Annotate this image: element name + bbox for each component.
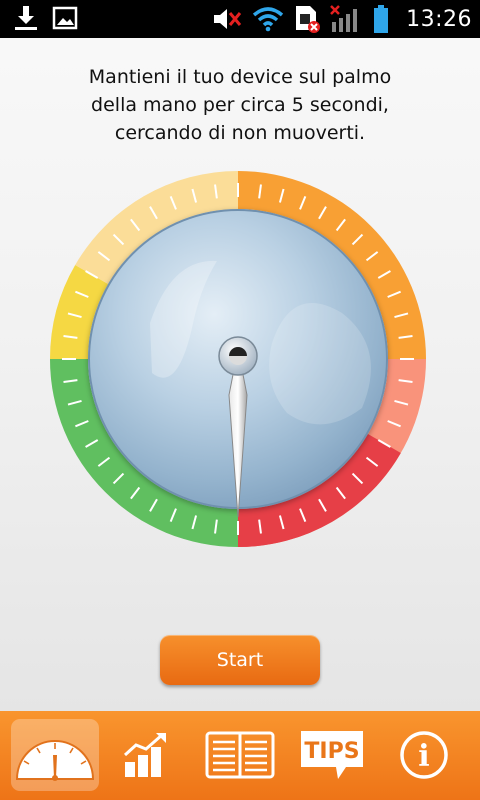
status-bar: 13:26 [0,0,480,38]
battery-icon [374,5,389,33]
info-label: i [418,739,429,774]
instruction-line-1: Mantieni il tuo device sul palmo [88,66,392,88]
bottom-nav: TIPS i [0,711,480,800]
gauge-icon [15,740,95,781]
instruction-text: Mantieni il tuo device sul palmo della m… [40,63,440,147]
nav-item-stats[interactable] [104,719,192,791]
sim-error-icon [296,6,321,33]
book-icon [205,731,275,779]
info-icon: i [400,731,448,779]
nav-item-gauge[interactable] [11,719,99,791]
instruction-line-3: cercando di non muoverti. [114,122,366,144]
signal-no-service-icon [330,5,358,32]
instruction-line-2: della mano per circa 5 secondi, [91,94,389,116]
tremor-gauge [50,171,426,547]
image-icon [52,6,78,30]
status-time: 13:26 [406,6,472,32]
nav-item-info[interactable]: i [380,719,468,791]
download-icon [15,6,37,30]
tips-label: TIPS [304,739,359,764]
nav-item-tips[interactable]: TIPS [288,719,376,791]
nav-item-guide[interactable] [196,719,284,791]
start-button[interactable]: Start [160,635,320,685]
chart-icon [123,733,166,777]
wifi-icon [252,7,284,32]
volume-muted-icon [214,9,242,29]
tips-icon: TIPS [301,731,363,779]
